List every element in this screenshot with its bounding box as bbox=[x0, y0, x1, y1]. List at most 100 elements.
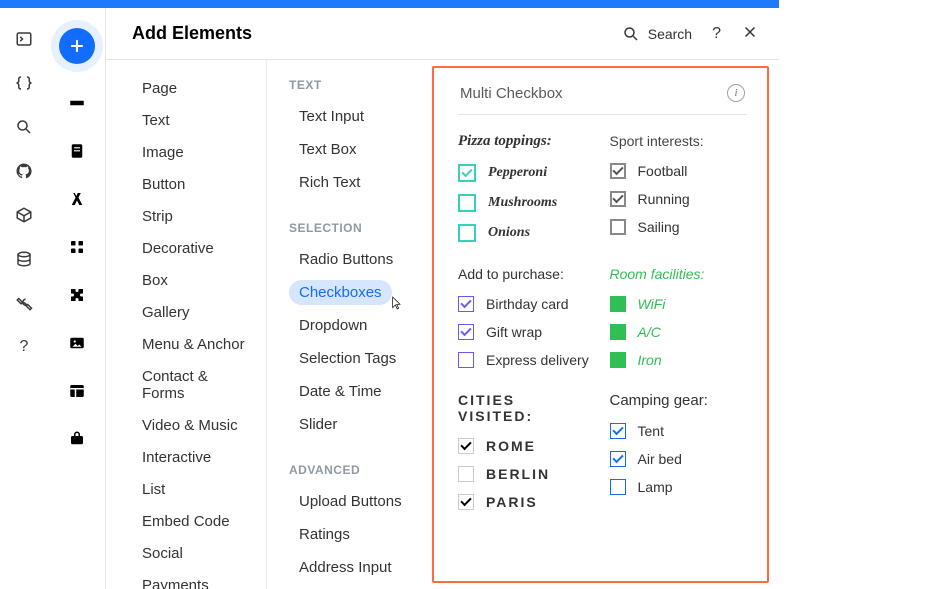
checkbox-box[interactable] bbox=[610, 219, 626, 235]
checkbox-label: Birthday card bbox=[486, 296, 568, 312]
checkbox-option[interactable]: Sailing bbox=[610, 219, 748, 235]
checkbox-box[interactable] bbox=[610, 352, 626, 368]
checkbox-option[interactable]: Mushrooms bbox=[458, 194, 596, 212]
github-icon[interactable] bbox=[15, 162, 33, 180]
package-icon[interactable] bbox=[15, 206, 33, 224]
subcategory-text_box[interactable]: Text Box bbox=[289, 137, 367, 162]
checkbox-option[interactable]: Air bed bbox=[610, 451, 748, 467]
checkbox-option[interactable]: Onions bbox=[458, 224, 596, 242]
checkbox-label: Rome bbox=[486, 438, 536, 454]
category-contact_forms[interactable]: Contact & Forms bbox=[132, 366, 258, 404]
checkbox-box[interactable] bbox=[610, 479, 626, 495]
category-embed_code[interactable]: Embed Code bbox=[132, 511, 240, 532]
layout-icon[interactable] bbox=[68, 382, 86, 400]
checkbox-box[interactable] bbox=[458, 194, 476, 212]
checkbox-option[interactable]: WiFi bbox=[610, 296, 748, 312]
subcategory-slider[interactable]: Slider bbox=[289, 412, 347, 437]
checkbox-box[interactable] bbox=[610, 324, 626, 340]
database-icon[interactable] bbox=[15, 250, 33, 268]
category-menu_anchor[interactable]: Menu & Anchor bbox=[132, 334, 255, 355]
checkbox-label: Berlin bbox=[486, 466, 550, 482]
checkbox-box[interactable] bbox=[610, 163, 626, 179]
checkbox-group-room[interactable]: Room facilities: WiFi A/C Iron bbox=[610, 266, 748, 368]
design-icon[interactable] bbox=[68, 190, 86, 208]
subcategory-date_time[interactable]: Date & Time bbox=[289, 379, 392, 404]
subcategory-dropdown[interactable]: Dropdown bbox=[289, 313, 377, 338]
checkbox-label: Iron bbox=[638, 352, 662, 368]
checkbox-group-heading: Room facilities: bbox=[610, 266, 748, 282]
category-box[interactable]: Box bbox=[132, 270, 178, 291]
category-button[interactable]: Button bbox=[132, 174, 195, 195]
checkbox-group-camp[interactable]: Camping gear:TentAir bedLamp bbox=[610, 392, 748, 510]
checkbox-option[interactable]: Birthday card bbox=[458, 296, 596, 312]
category-decorative[interactable]: Decorative bbox=[132, 238, 224, 259]
checkbox-box[interactable] bbox=[458, 164, 476, 182]
category-image[interactable]: Image bbox=[132, 142, 194, 163]
page-icon[interactable] bbox=[68, 142, 86, 160]
checkbox-label: A/C bbox=[638, 324, 661, 340]
checkbox-box[interactable] bbox=[458, 466, 474, 482]
business-icon[interactable] bbox=[68, 430, 86, 448]
add-button[interactable] bbox=[59, 28, 95, 64]
checkbox-option[interactable]: Berlin bbox=[458, 466, 596, 482]
checkbox-group-purchase[interactable]: Add to purchase:Birthday cardGift wrapEx… bbox=[458, 266, 596, 368]
checkbox-group-pizza[interactable]: Pizza toppings:PepperoniMushroomsOnions bbox=[458, 133, 596, 242]
search-button[interactable]: Search bbox=[622, 25, 692, 43]
checkbox-box[interactable] bbox=[458, 224, 476, 242]
search-icon[interactable] bbox=[15, 118, 33, 136]
section-icon[interactable] bbox=[68, 94, 86, 112]
checkbox-option[interactable]: Gift wrap bbox=[458, 324, 596, 340]
checkbox-option[interactable]: Express delivery bbox=[458, 352, 596, 368]
close-icon[interactable] bbox=[741, 23, 759, 44]
checkbox-box[interactable] bbox=[458, 324, 474, 340]
subcategory-radio[interactable]: Radio Buttons bbox=[289, 247, 403, 272]
braces-icon[interactable] bbox=[15, 74, 33, 92]
checkbox-option[interactable]: Football bbox=[610, 163, 748, 179]
checkbox-box[interactable] bbox=[610, 296, 626, 312]
subcategory-selection_tags[interactable]: Selection Tags bbox=[289, 346, 406, 371]
checkbox-option[interactable]: Lamp bbox=[610, 479, 748, 495]
media-icon[interactable] bbox=[68, 334, 86, 352]
checkbox-box[interactable] bbox=[458, 352, 474, 368]
checkbox-option[interactable]: A/C bbox=[610, 324, 748, 340]
checkbox-box[interactable] bbox=[610, 451, 626, 467]
checkbox-option[interactable]: Iron bbox=[610, 352, 748, 368]
subcategory-upload_buttons[interactable]: Upload Buttons bbox=[289, 489, 412, 514]
subgroup-label: TEXT bbox=[289, 78, 418, 92]
subcategory-ratings[interactable]: Ratings bbox=[289, 522, 360, 547]
checkbox-option[interactable]: Paris bbox=[458, 494, 596, 510]
category-page[interactable]: Page bbox=[132, 78, 187, 99]
checkbox-option[interactable]: Running bbox=[610, 191, 748, 207]
checkbox-option[interactable]: Tent bbox=[610, 423, 748, 439]
category-strip[interactable]: Strip bbox=[132, 206, 183, 227]
checkbox-box[interactable] bbox=[458, 296, 474, 312]
checkbox-box[interactable] bbox=[610, 423, 626, 439]
checkbox-label: Pepperoni bbox=[488, 165, 547, 181]
category-payments[interactable]: Payments bbox=[132, 575, 219, 589]
category-video_music[interactable]: Video & Music bbox=[132, 415, 248, 436]
info-icon[interactable]: i bbox=[727, 84, 745, 102]
wrench-icon[interactable] bbox=[15, 294, 33, 312]
category-social[interactable]: Social bbox=[132, 543, 193, 564]
apps-icon[interactable] bbox=[68, 238, 86, 256]
checkbox-label: Running bbox=[638, 191, 690, 207]
puzzle-icon[interactable] bbox=[68, 286, 86, 304]
subcategory-text_input[interactable]: Text Input bbox=[289, 104, 374, 129]
category-interactive[interactable]: Interactive bbox=[132, 447, 221, 468]
subcategory-address_input[interactable]: Address Input bbox=[289, 555, 402, 580]
category-list[interactable]: List bbox=[132, 479, 175, 500]
help-icon[interactable]: ? bbox=[712, 25, 721, 43]
subcategory-rich_text[interactable]: Rich Text bbox=[289, 170, 370, 195]
checkbox-box[interactable] bbox=[458, 438, 474, 454]
subcategory-checkboxes[interactable]: Checkboxes bbox=[289, 280, 392, 305]
checkbox-box[interactable] bbox=[458, 494, 474, 510]
checkbox-option[interactable]: Rome bbox=[458, 438, 596, 454]
help-icon[interactable]: ? bbox=[15, 338, 33, 356]
category-gallery[interactable]: Gallery bbox=[132, 302, 200, 323]
category-text[interactable]: Text bbox=[132, 110, 180, 131]
terminal-icon[interactable] bbox=[15, 30, 33, 48]
checkbox-option[interactable]: Pepperoni bbox=[458, 164, 596, 182]
checkbox-group-sports[interactable]: Sport interests:FootballRunningSailing bbox=[610, 133, 748, 242]
checkbox-group-cities[interactable]: Cities visited:RomeBerlinParis bbox=[458, 392, 596, 510]
checkbox-box[interactable] bbox=[610, 191, 626, 207]
